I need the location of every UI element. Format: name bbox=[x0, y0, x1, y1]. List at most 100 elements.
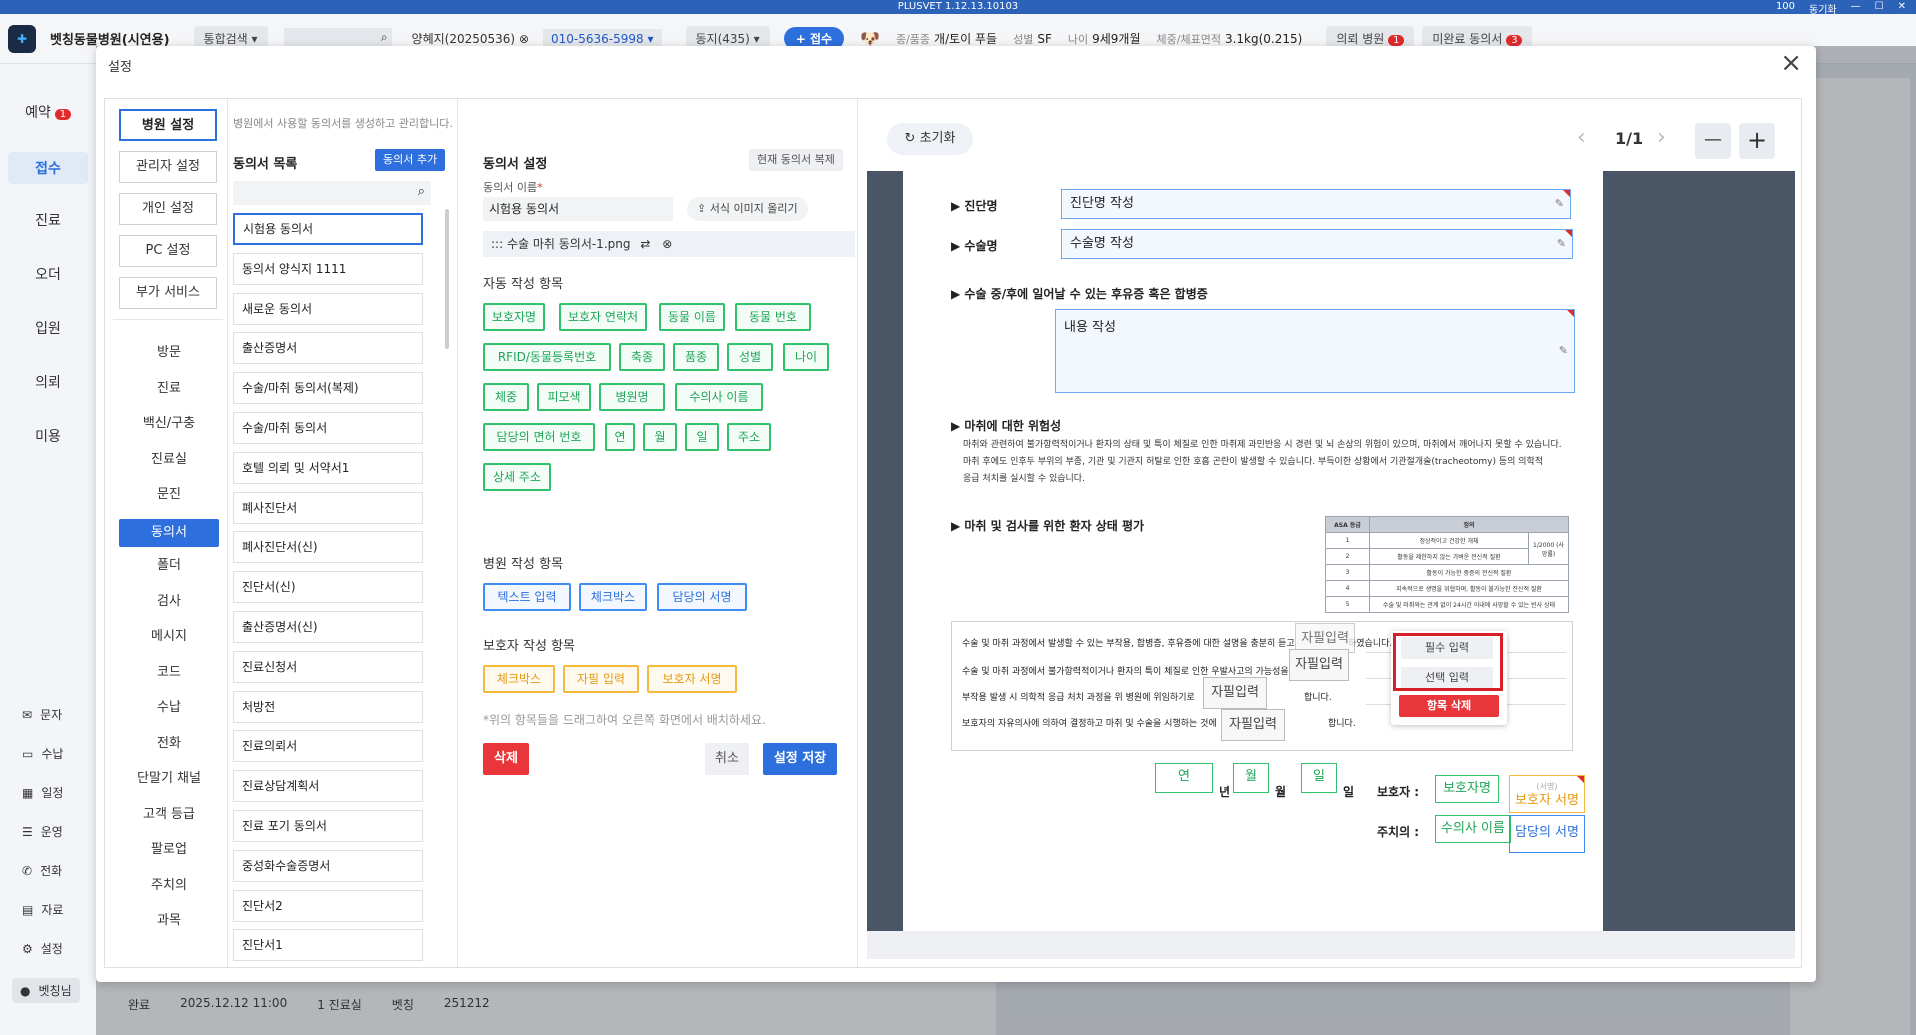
settings-menu-item[interactable]: 코드 bbox=[119, 661, 219, 680]
settings-pc-button[interactable]: PC 설정 bbox=[119, 235, 217, 267]
day-field[interactable]: 일 bbox=[1301, 763, 1337, 793]
consent-list-item[interactable]: 폐사진단서 bbox=[233, 491, 423, 524]
settings-menu-item[interactable]: 폴더 bbox=[119, 554, 219, 573]
nav-treatment[interactable]: 진료 bbox=[0, 210, 96, 230]
settings-menu-item[interactable]: 과목 bbox=[119, 909, 219, 928]
settings-menu-item[interactable]: 검사 bbox=[119, 590, 219, 609]
settings-admin-button[interactable]: 관리자 설정 bbox=[119, 151, 217, 183]
auto-item-chip[interactable]: 연 bbox=[605, 423, 635, 451]
settings-personal-button[interactable]: 개인 설정 bbox=[119, 193, 217, 225]
handwrite-field-3[interactable]: 자필입력 bbox=[1203, 677, 1267, 709]
guardian-signature-field[interactable]: (서명) 보호자 서명 bbox=[1509, 775, 1585, 813]
consent-list-item[interactable]: 시험용 동의서 bbox=[233, 213, 423, 245]
nav-data[interactable]: ▤ 자료 bbox=[22, 901, 63, 918]
consent-list-item[interactable]: 호텔 의뢰 및 서약서1 bbox=[233, 451, 423, 484]
settings-menu-item[interactable]: 메시지 bbox=[119, 625, 219, 644]
guardian-item-chip[interactable]: 체크박스 bbox=[483, 665, 555, 693]
nav-payment[interactable]: ▭ 수납 bbox=[22, 745, 63, 762]
settings-menu-item[interactable]: 주치의 bbox=[119, 874, 219, 893]
nav-inpatient[interactable]: 입원 bbox=[0, 318, 96, 338]
auto-item-chip[interactable]: 보호자명 bbox=[483, 303, 545, 331]
nav-referral[interactable]: 의뢰 bbox=[0, 372, 96, 392]
settings-menu-item[interactable]: 고객 등급 bbox=[119, 803, 219, 822]
auto-item-chip[interactable]: 상세 주소 bbox=[483, 463, 551, 491]
consent-list-item[interactable]: 수술/마취 동의서 bbox=[233, 412, 423, 444]
consent-list-item[interactable]: 폐사진단서(신) bbox=[233, 531, 423, 564]
consent-list-item[interactable]: 진료 포기 동의서 bbox=[233, 810, 423, 842]
consent-list-item[interactable]: 출산증명서(신) bbox=[233, 611, 423, 643]
auto-item-chip[interactable]: 일 bbox=[685, 423, 719, 451]
consent-list-item[interactable]: 처방전 bbox=[233, 690, 423, 723]
settings-menu-item[interactable]: 팔로업 bbox=[119, 838, 219, 857]
cancel-button[interactable]: 취소 bbox=[705, 743, 749, 775]
consent-list-item[interactable]: 진료의뢰서 bbox=[233, 730, 423, 763]
auto-item-chip[interactable]: 품종 bbox=[673, 343, 719, 371]
settings-menu-item[interactable]: 문진 bbox=[119, 483, 219, 502]
consent-list-item[interactable]: 중성화수술증명서 bbox=[233, 849, 423, 882]
auto-item-chip[interactable]: 체중 bbox=[483, 383, 529, 411]
auto-item-chip[interactable]: 성별 bbox=[727, 343, 773, 371]
attached-file[interactable]: ::: 수술 마취 동의서-1.png ⇄ ⊗ bbox=[483, 231, 855, 257]
nav-phone[interactable]: ✆ 전화 bbox=[22, 862, 62, 879]
save-settings-button[interactable]: 설정 저장 bbox=[763, 743, 837, 775]
nav-operation[interactable]: ☰ 운영 bbox=[22, 823, 63, 840]
modal-close-icon[interactable]: × bbox=[1780, 50, 1802, 76]
vet-signature-field[interactable]: 담당의 서명 bbox=[1509, 815, 1585, 853]
settings-extra-button[interactable]: 부가 서비스 bbox=[119, 277, 217, 309]
settings-hospital-button[interactable]: 병원 설정 bbox=[119, 109, 217, 141]
auto-item-chip[interactable]: 담당의 면허 번호 bbox=[483, 423, 595, 451]
hospital-item-chip[interactable]: 담당의 서명 bbox=[657, 583, 747, 611]
auto-item-chip[interactable]: RFID/동물등록번호 bbox=[483, 343, 611, 371]
nav-reception[interactable]: 접수 bbox=[8, 152, 88, 184]
settings-menu-item[interactable]: 전화 bbox=[119, 732, 219, 751]
add-consent-button[interactable]: 동의서 추가 bbox=[375, 149, 446, 171]
year-field[interactable]: 연 bbox=[1155, 763, 1213, 793]
nav-settings[interactable]: ⚙ 설정 bbox=[22, 940, 63, 957]
auto-item-chip[interactable]: 주소 bbox=[727, 423, 771, 451]
settings-menu-item[interactable]: 진료실 bbox=[119, 448, 219, 467]
copy-consent-button[interactable]: 현재 동의서 복제 bbox=[749, 149, 843, 171]
auto-item-chip[interactable]: 병원명 bbox=[599, 383, 665, 411]
auto-item-chip[interactable]: 피모색 bbox=[537, 383, 591, 411]
consent-list-item[interactable]: 새로운 동의서 bbox=[233, 292, 423, 325]
nav-reservation[interactable]: 예약 1 bbox=[0, 102, 96, 122]
auto-item-chip[interactable]: 월 bbox=[643, 423, 677, 451]
consent-name-input[interactable]: 시험용 동의서 bbox=[483, 197, 673, 221]
consent-list-item[interactable]: 수술/마취 동의서(복제) bbox=[233, 372, 423, 405]
guardian-item-chip[interactable]: 보호자 서명 bbox=[647, 665, 737, 693]
vet-name-field[interactable]: 수의사 이름 bbox=[1435, 815, 1511, 843]
zoom-out-button[interactable]: — bbox=[1695, 123, 1731, 159]
handwrite-field-4[interactable]: 자필입력 bbox=[1221, 709, 1285, 741]
nav-sms[interactable]: ✉ 문자 bbox=[22, 706, 62, 723]
settings-menu-item[interactable]: 백신/구충 bbox=[119, 412, 219, 431]
delete-item-button[interactable]: 항목 삭제 bbox=[1399, 695, 1499, 717]
auto-item-chip[interactable]: 동물 번호 bbox=[735, 303, 811, 331]
nav-order[interactable]: 오더 bbox=[0, 264, 96, 284]
consent-list-item[interactable]: 출산증명서 bbox=[233, 332, 423, 365]
next-page-icon[interactable]: › bbox=[1657, 125, 1666, 150]
settings-menu-item[interactable]: 방문 bbox=[119, 341, 219, 360]
auto-item-chip[interactable]: 축종 bbox=[619, 343, 665, 371]
consent-list-item[interactable]: 진단서(신) bbox=[233, 571, 423, 604]
consent-list-item[interactable]: 동의서 양식지 1111 bbox=[233, 252, 423, 285]
auto-item-chip[interactable]: 동물 이름 bbox=[659, 303, 725, 331]
list-scrollbar[interactable] bbox=[445, 209, 449, 349]
nav-grooming[interactable]: 미용 bbox=[0, 426, 96, 446]
settings-menu-item[interactable]: 수납 bbox=[119, 696, 219, 715]
guardian-name-field[interactable]: 보호자명 bbox=[1435, 775, 1499, 803]
diagnosis-field[interactable]: 진단명 작성 ✎ bbox=[1061, 189, 1571, 219]
delete-button[interactable]: 삭제 bbox=[483, 743, 529, 775]
nav-user[interactable]: ● 벳칭님 bbox=[12, 978, 80, 1003]
consent-list-item[interactable]: 진단서1 bbox=[233, 929, 423, 962]
month-field[interactable]: 월 bbox=[1233, 763, 1269, 793]
complication-field[interactable]: 내용 작성 ✎ bbox=[1055, 309, 1575, 393]
zoom-in-button[interactable]: + bbox=[1739, 123, 1775, 159]
guardian-item-chip[interactable]: 자필 입력 bbox=[563, 665, 639, 693]
auto-item-chip[interactable]: 보호자 연락처 bbox=[559, 303, 647, 331]
settings-menu-item[interactable]: 동의서 bbox=[119, 518, 219, 547]
auto-item-chip[interactable]: 나이 bbox=[783, 343, 829, 371]
consent-search-input[interactable]: ⌕ bbox=[233, 181, 431, 205]
prev-page-icon[interactable]: ‹ bbox=[1577, 125, 1586, 150]
reset-button[interactable]: ↻ 초기화 bbox=[887, 123, 973, 155]
hospital-item-chip[interactable]: 텍스트 입력 bbox=[483, 583, 571, 611]
